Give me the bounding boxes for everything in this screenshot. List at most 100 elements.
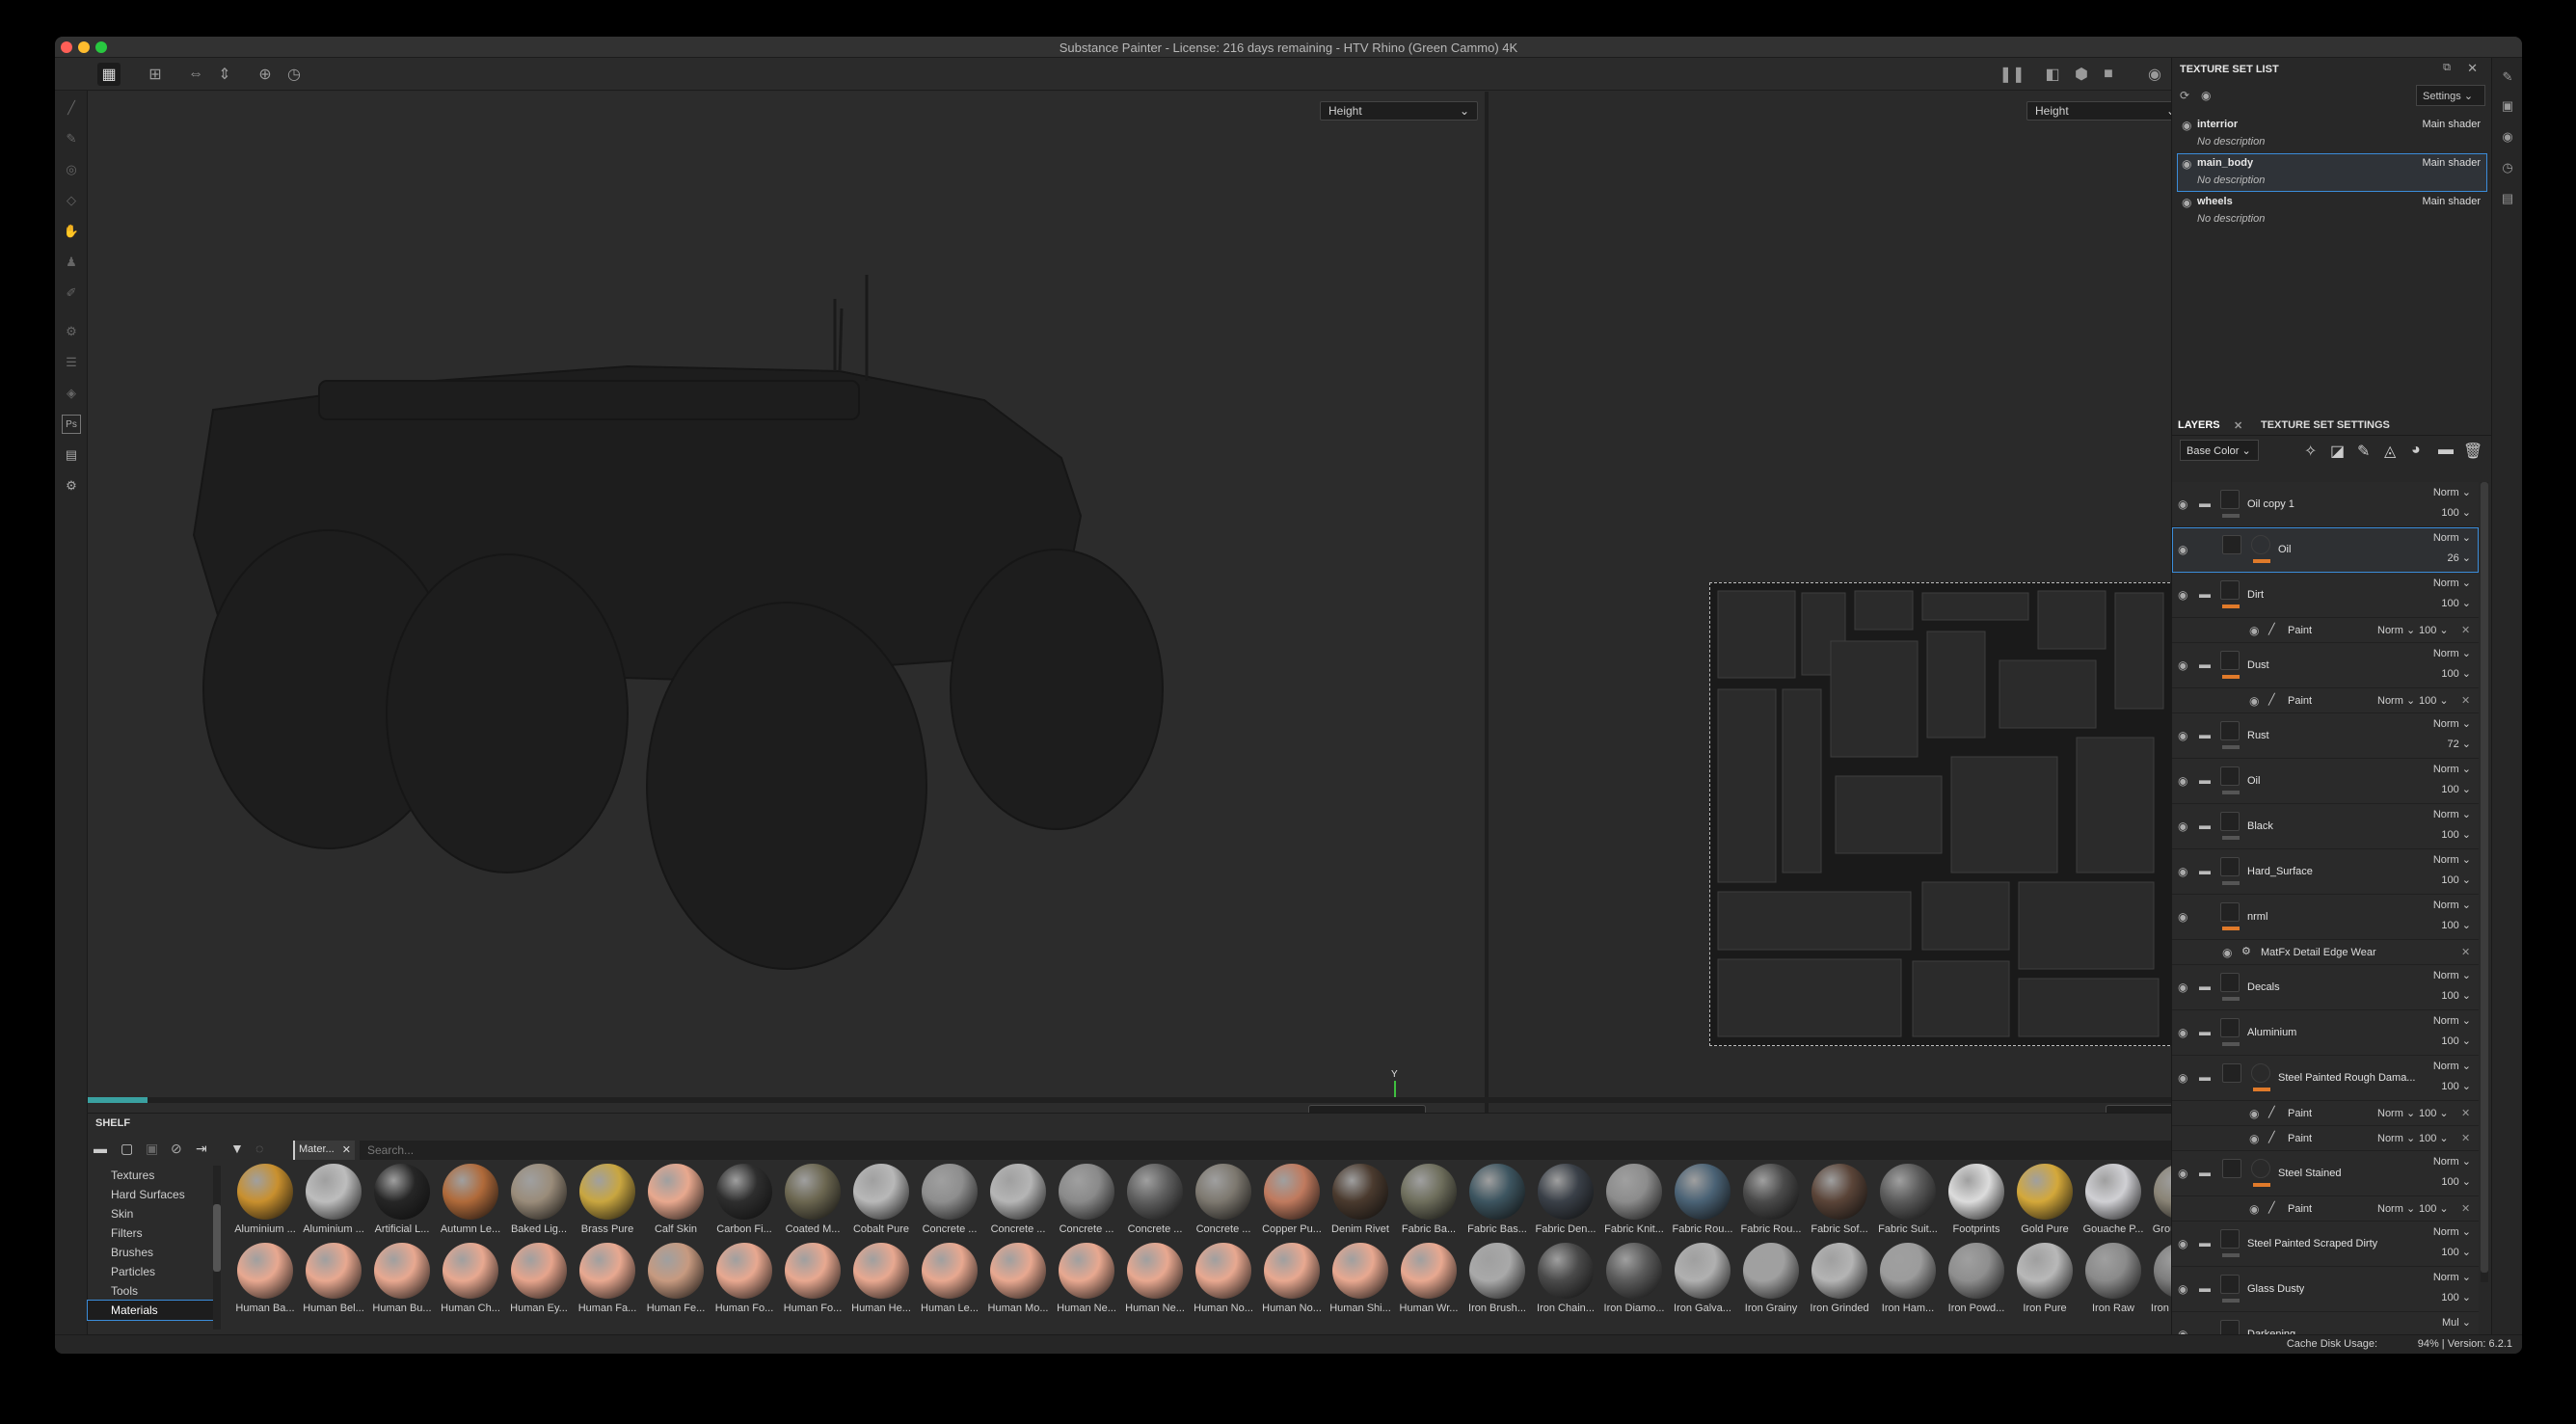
layer-thumbnail[interactable]	[2220, 766, 2240, 786]
material-item[interactable]: Fabric Rou...	[1670, 1164, 1735, 1235]
effect-row[interactable]: ◉ ╱ Paint Norm ⌄ 100 ⌄ ✕	[2172, 618, 2479, 643]
blend-mode-select[interactable]: Norm ⌄	[2433, 899, 2471, 911]
material-item[interactable]: Iron Pure	[2012, 1243, 2078, 1314]
material-item[interactable]: Coated M...	[780, 1164, 845, 1235]
blend-mode-select[interactable]: Norm ⌄	[2433, 1225, 2471, 1238]
material-item[interactable]: Iron Raw	[2080, 1243, 2146, 1314]
layers-icon[interactable]: ◈	[62, 384, 81, 403]
material-item[interactable]: Iron Powd...	[1944, 1243, 2009, 1314]
visibility-eye-icon[interactable]: ◉	[2249, 624, 2259, 637]
blend-mode-select[interactable]: Norm ⌄	[2377, 1107, 2415, 1119]
display-settings-icon[interactable]: ◉	[2498, 127, 2517, 147]
material-item[interactable]: Carbon Fi...	[711, 1164, 777, 1235]
visibility-eye-icon[interactable]: ◉	[2178, 497, 2187, 511]
folder-icon[interactable]: ▬	[2199, 980, 2211, 993]
import-icon[interactable]: ⇥	[196, 1141, 207, 1157]
layer-opacity[interactable]: 100 ⌄	[2441, 919, 2471, 931]
visibility-eye-icon[interactable]: ◉	[2178, 981, 2187, 994]
chip-close-icon[interactable]: ✕	[342, 1143, 351, 1156]
camera-video-icon[interactable]: ■	[2097, 63, 2120, 86]
material-item[interactable]: Copper Pu...	[1259, 1164, 1325, 1235]
blend-mode-select[interactable]: Norm ⌄	[2433, 808, 2471, 820]
folder-icon[interactable]: ▬	[2199, 1070, 2211, 1084]
texture-set-row[interactable]: ◉ main_body Main shader No description	[2177, 153, 2487, 192]
material-item[interactable]: Human No...	[1259, 1243, 1325, 1314]
layer-row[interactable]: ◉ nrml Norm ⌄ 100 ⌄	[2172, 895, 2479, 940]
layer-opacity[interactable]: 100 ⌄	[2441, 1175, 2471, 1188]
filter-chip[interactable]: Mater... ✕	[293, 1141, 355, 1160]
texture-set-row[interactable]: ◉ interrior Main shader No description	[2178, 116, 2486, 152]
filter-icon[interactable]: ▼	[230, 1141, 244, 1156]
shelf-search-input[interactable]: Search...	[360, 1141, 2240, 1160]
material-item[interactable]: Baked Lig...	[506, 1164, 572, 1235]
3d-view-icon[interactable]: ⬢	[2070, 63, 2093, 86]
layer-thumbnail[interactable]	[2220, 857, 2240, 876]
smart-material-icon[interactable]: ◕	[2411, 442, 2421, 459]
material-item[interactable]: Human Fa...	[575, 1243, 640, 1314]
layer-row[interactable]: ◉ Oil Norm ⌄ 26 ⌄	[2172, 527, 2479, 573]
blend-mode-select[interactable]: Norm ⌄	[2377, 1132, 2415, 1144]
material-item[interactable]: Concrete ...	[1122, 1164, 1188, 1235]
visibility-eye-icon[interactable]: ◉	[2178, 1026, 2187, 1039]
layer-thumbnail[interactable]	[2222, 535, 2241, 554]
smudge-icon[interactable]: ✋	[62, 222, 81, 241]
blend-mode-select[interactable]: Norm ⌄	[2433, 1014, 2471, 1027]
texture-set-icon[interactable]: ▣	[2498, 96, 2517, 116]
mask-icon[interactable]: ◪	[2330, 442, 2345, 461]
layer-name[interactable]: Hard_Surface	[2247, 866, 2313, 877]
blend-mode-select[interactable]: Norm ⌄	[2377, 624, 2415, 636]
layers-scrollbar[interactable]	[2481, 482, 2488, 1282]
layer-thumbnail[interactable]	[2220, 1018, 2240, 1037]
layer-name[interactable]: Decals	[2247, 981, 2280, 993]
blend-mode-select[interactable]: Norm ⌄	[2433, 763, 2471, 775]
layer-name[interactable]: nrml	[2247, 911, 2267, 923]
visibility-eye-icon[interactable]: ◉	[2178, 1282, 2187, 1296]
material-item[interactable]: Iron Chain...	[1533, 1243, 1598, 1314]
split-view-icon[interactable]: ◧	[2041, 63, 2064, 86]
folder-icon[interactable]: ▬	[2199, 497, 2211, 510]
material-item[interactable]: Fabric Bas...	[1464, 1164, 1530, 1235]
visibility-eye-icon[interactable]: ◉	[2178, 819, 2187, 833]
visibility-eye-icon[interactable]: ◉	[2178, 1071, 2187, 1085]
layer-thumbnail[interactable]	[2222, 1159, 2241, 1178]
visibility-eye-icon[interactable]: ◉	[2178, 729, 2187, 742]
category-item[interactable]: Tools	[88, 1281, 213, 1301]
tab-close-icon[interactable]: ✕	[2234, 419, 2242, 432]
layer-opacity[interactable]: 100 ⌄	[2441, 989, 2471, 1002]
material-item[interactable]: Artificial L...	[369, 1164, 435, 1235]
folder-icon[interactable]: ▬	[2199, 728, 2211, 741]
visibility-eye-icon[interactable]: ◉	[2178, 1237, 2187, 1250]
material-item[interactable]: Human Mo...	[985, 1243, 1051, 1314]
bake-icon[interactable]: ☰	[62, 353, 81, 372]
layer-thumbnail[interactable]	[2220, 490, 2240, 509]
link-icon[interactable]: ⟳	[2180, 89, 2189, 102]
material-item[interactable]: Fabric Knit...	[1601, 1164, 1667, 1235]
clone-icon[interactable]: ♟	[62, 253, 81, 272]
texture-set-shader[interactable]: Main shader	[2422, 157, 2481, 169]
layer-opacity[interactable]: 100 ⌄	[2441, 1080, 2471, 1092]
blend-mode-select[interactable]: Norm ⌄	[2377, 1202, 2415, 1215]
layer-name[interactable]: Glass Dusty	[2247, 1283, 2304, 1295]
layer-opacity[interactable]: 100 ⌄	[2441, 828, 2471, 841]
material-item[interactable]: Human No...	[1191, 1243, 1256, 1314]
folder-icon[interactable]: ▬	[2199, 1025, 2211, 1038]
category-item[interactable]: Materials	[87, 1300, 214, 1321]
folder-icon[interactable]: ▬	[2438, 442, 2454, 459]
viewport-channel-select-2d[interactable]: Height⌄	[2026, 101, 2185, 121]
grid-options-icon[interactable]: ⊞	[144, 63, 167, 86]
folder-icon[interactable]: ▬	[2199, 1281, 2211, 1295]
blend-mode-select[interactable]: Norm ⌄	[2433, 1271, 2471, 1283]
photoshop-icon[interactable]: Ps	[62, 415, 81, 434]
folder-icon[interactable]: ▬	[2199, 773, 2211, 787]
blend-mode-select[interactable]: Norm ⌄	[2433, 853, 2471, 866]
material-item[interactable]: Fabric Sof...	[1807, 1164, 1872, 1235]
mirror-icon[interactable]: ⇔	[184, 63, 207, 86]
eye-icon[interactable]: ◉	[2201, 89, 2211, 102]
visibility-eye-icon[interactable]: ◉	[2249, 1132, 2259, 1145]
material-item[interactable]: Human Ey...	[506, 1243, 572, 1314]
layer-row[interactable]: ◉ ▬ Rust Norm ⌄ 72 ⌄	[2172, 713, 2479, 759]
blend-mode-select[interactable]: Norm ⌄	[2433, 717, 2471, 730]
layer-opacity[interactable]: 100 ⌄	[2441, 1246, 2471, 1258]
category-item[interactable]: Filters	[88, 1223, 213, 1243]
layer-mask-thumbnail[interactable]	[2251, 1063, 2270, 1083]
